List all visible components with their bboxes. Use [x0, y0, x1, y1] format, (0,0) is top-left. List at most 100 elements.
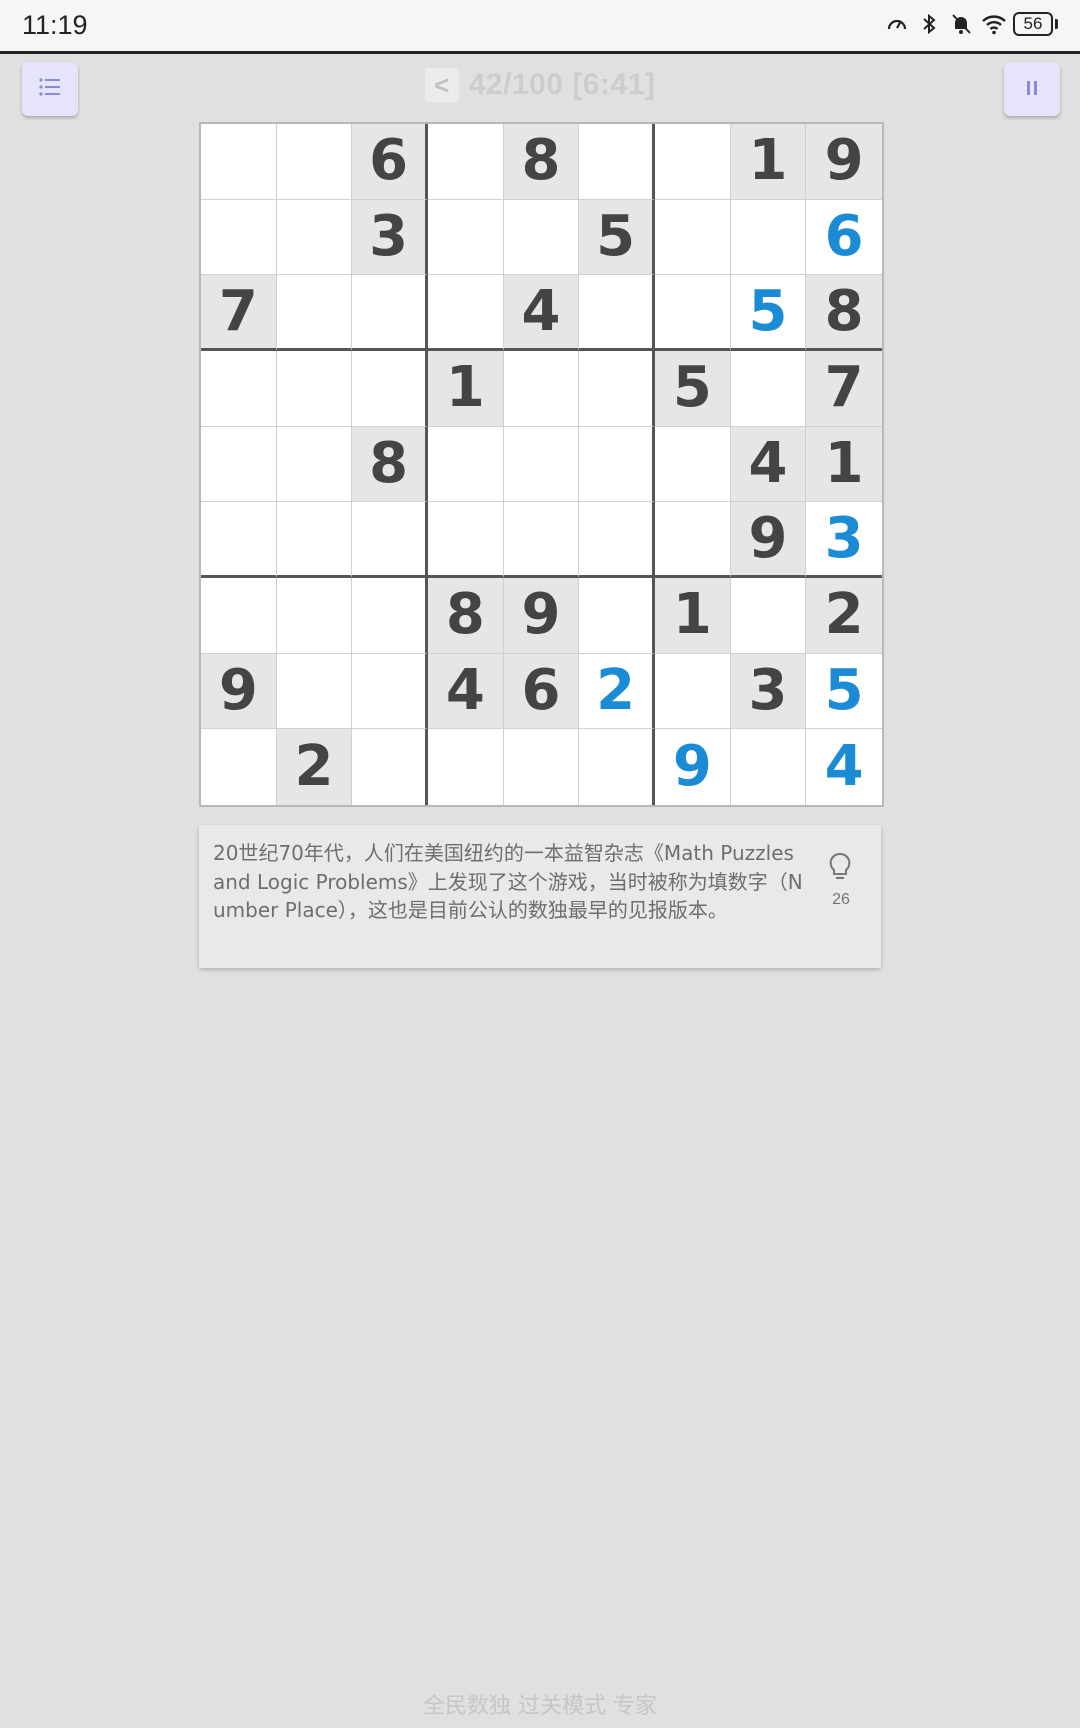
board-cell-r1c2[interactable] — [276, 124, 353, 200]
sudoku-board: 68193567458157841938912946235294 — [199, 122, 884, 807]
board-cell-r2c8[interactable] — [730, 199, 807, 276]
board-cell-r1c6[interactable] — [579, 124, 655, 200]
board-cell-r8c8[interactable]: 3 — [730, 653, 807, 730]
board-cell-r6c2[interactable] — [276, 502, 353, 578]
board-cell-r9c1[interactable] — [201, 729, 277, 805]
board-cell-r4c3[interactable] — [352, 350, 428, 427]
wifi-icon — [981, 12, 1006, 36]
board-cell-r7c4[interactable]: 8 — [427, 577, 504, 654]
board-cell-r3c6[interactable] — [579, 275, 655, 351]
board-cell-r2c4[interactable] — [427, 199, 504, 276]
status-bar: 11:19 56 — [0, 0, 1080, 54]
board-cell-r7c2[interactable] — [276, 577, 353, 654]
board-cell-r9c3[interactable] — [352, 729, 428, 805]
board-cell-r8c9[interactable]: 5 — [806, 653, 882, 730]
board-cell-r2c7[interactable] — [654, 199, 731, 276]
board-cell-r7c3[interactable] — [352, 577, 428, 654]
board-cell-r7c5[interactable]: 9 — [503, 577, 580, 654]
footer-mode-label: 全民数独 过关模式 专家 — [423, 1694, 657, 1719]
board-cell-r5c6[interactable] — [579, 426, 655, 503]
pause-button[interactable] — [1004, 62, 1060, 116]
board-cell-r7c6[interactable] — [579, 577, 655, 654]
board-cell-r9c7[interactable]: 9 — [654, 729, 731, 805]
board-cell-r4c5[interactable] — [503, 350, 580, 427]
board-cell-r7c8[interactable] — [730, 577, 807, 654]
board-cell-r4c6[interactable] — [579, 350, 655, 427]
board-cell-r2c5[interactable] — [503, 199, 580, 276]
board-cell-r6c6[interactable] — [579, 502, 655, 578]
lightbulb-icon[interactable] — [825, 851, 855, 883]
back-button[interactable]: < — [424, 68, 459, 102]
board-cell-r1c3[interactable]: 6 — [352, 124, 428, 200]
battery-indicator: 56 — [1013, 12, 1053, 36]
board-cell-r3c7[interactable] — [654, 275, 731, 351]
board-cell-r2c3[interactable]: 3 — [352, 199, 428, 276]
board-cell-r2c9[interactable]: 6 — [806, 199, 882, 276]
board-cell-r7c7[interactable]: 1 — [654, 577, 731, 654]
board-cell-r8c6[interactable]: 2 — [579, 653, 655, 730]
board-cell-r4c9[interactable]: 7 — [806, 350, 882, 427]
board-cell-r3c9[interactable]: 8 — [806, 275, 882, 351]
pause-icon — [1025, 77, 1039, 102]
board-cell-r8c4[interactable]: 4 — [427, 653, 504, 730]
board-cell-r7c1[interactable] — [201, 577, 277, 654]
board-cell-r1c5[interactable]: 8 — [503, 124, 580, 200]
board-cell-r3c2[interactable] — [276, 275, 353, 351]
board-cell-r2c1[interactable] — [201, 199, 277, 276]
board-cell-r6c7[interactable] — [654, 502, 731, 578]
status-icons: 56 — [885, 12, 1058, 36]
board-cell-r8c7[interactable] — [654, 653, 731, 730]
board-cell-r4c4[interactable]: 1 — [427, 350, 504, 427]
board-cell-r6c5[interactable] — [503, 502, 580, 578]
board-cell-r9c4[interactable] — [428, 729, 504, 805]
board-cell-r5c4[interactable] — [427, 426, 504, 503]
board-cell-r4c2[interactable] — [276, 350, 353, 427]
board-cell-r5c1[interactable] — [201, 426, 277, 503]
board-cell-r5c5[interactable] — [503, 426, 580, 503]
board-cell-r6c9[interactable]: 3 — [806, 502, 882, 578]
board-cell-r2c6[interactable]: 5 — [579, 199, 655, 276]
board-cell-r9c9[interactable]: 4 — [806, 729, 882, 805]
board-cell-r3c8[interactable]: 5 — [730, 275, 807, 351]
board-cell-r3c5[interactable]: 4 — [503, 275, 580, 351]
board-cell-r1c9[interactable]: 9 — [806, 124, 882, 200]
board-cell-r4c8[interactable] — [730, 350, 807, 427]
board-cell-r2c2[interactable] — [276, 199, 353, 276]
speed-icon — [885, 12, 909, 36]
toolbar: < 42/100 [6:41] — [0, 54, 1080, 120]
board-cell-r5c2[interactable] — [276, 426, 353, 503]
board-cell-r3c4[interactable] — [427, 275, 504, 351]
board-cell-r1c7[interactable] — [654, 124, 731, 200]
board-cell-r9c8[interactable] — [731, 729, 807, 805]
hint-count: 26 — [832, 891, 850, 908]
bell-off-icon — [949, 12, 973, 36]
board-cell-r6c1[interactable] — [201, 502, 277, 578]
board-cell-r3c1[interactable]: 7 — [201, 275, 277, 351]
board-cell-r8c3[interactable] — [352, 653, 428, 730]
board-cell-r3c3[interactable] — [352, 275, 428, 351]
board-cell-r6c4[interactable] — [427, 502, 504, 578]
level-progress-timer: 42/100 [6:41] — [468, 68, 656, 101]
board-cell-r1c1[interactable] — [201, 124, 277, 200]
board-cell-r7c9[interactable]: 2 — [806, 577, 882, 654]
battery-tip — [1055, 19, 1058, 29]
board-cell-r8c2[interactable] — [276, 653, 353, 730]
status-time: 11:19 — [22, 10, 88, 40]
board-cell-r9c2[interactable]: 2 — [276, 729, 353, 805]
board-cell-r1c4[interactable] — [427, 124, 504, 200]
board-cell-r4c7[interactable]: 5 — [654, 350, 731, 427]
board-cell-r1c8[interactable]: 1 — [730, 124, 807, 200]
board-cell-r5c9[interactable]: 1 — [806, 426, 882, 503]
bluetooth-icon — [917, 12, 941, 36]
board-cell-r5c8[interactable]: 4 — [730, 426, 807, 503]
board-cell-r6c3[interactable] — [352, 502, 428, 578]
board-cell-r9c6[interactable] — [579, 729, 655, 805]
board-cell-r8c5[interactable]: 6 — [503, 653, 580, 730]
board-cell-r6c8[interactable]: 9 — [730, 502, 807, 578]
board-cell-r5c3[interactable]: 8 — [352, 426, 428, 503]
board-cell-r5c7[interactable] — [654, 426, 731, 503]
board-cell-r4c1[interactable] — [201, 350, 277, 427]
board-cell-r9c5[interactable] — [504, 729, 580, 805]
board-cell-r8c1[interactable]: 9 — [201, 653, 277, 730]
tip-text: 20世纪70年代，人们在美国纽约的一本益智杂志《Math Puzzles and… — [213, 841, 803, 922]
